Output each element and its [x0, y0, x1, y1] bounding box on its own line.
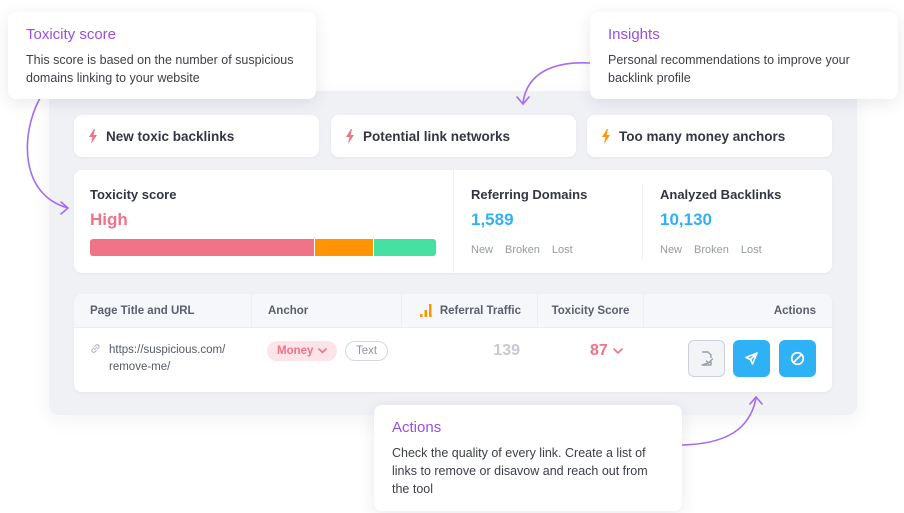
column-header-page-title[interactable]: Page Title and URL: [74, 294, 252, 327]
toxicity-score-value: High: [90, 210, 128, 229]
column-label: Toxicity Score: [551, 304, 630, 317]
analyzed-backlinks-broken[interactable]: Broken: [694, 244, 729, 256]
toxicity-score-number: 87: [590, 342, 608, 359]
tooltip-body: Personal recommendations to improve your…: [608, 53, 850, 85]
referring-domains-broken[interactable]: Broken: [505, 244, 540, 256]
toxicity-score-dropdown[interactable]: 87: [590, 342, 623, 360]
backlink-url[interactable]: https://suspicious.com/ remove-me/: [90, 342, 225, 376]
tooltip-title: Toxicity score: [26, 26, 117, 43]
insight-potential-link-networks[interactable]: Potential link networks: [331, 115, 576, 157]
bolt-icon: [602, 128, 610, 144]
analyzed-backlinks-value[interactable]: 10,130: [660, 210, 781, 230]
column-header-toxicity-score[interactable]: Toxicity Score: [538, 294, 644, 327]
referring-domains-new[interactable]: New: [471, 244, 493, 256]
referring-domains-lost[interactable]: Lost: [552, 244, 573, 256]
chevron-down-icon: [612, 348, 623, 354]
actions-tooltip: Actions Check the quality of every link.…: [374, 405, 682, 511]
column-label: Page Title and URL: [90, 304, 195, 317]
potentially-toxic-segment[interactable]: [314, 239, 375, 256]
backlink-audit-panel: New toxic backlinks Potential link netwo…: [49, 91, 857, 415]
anchor-tag: Text: [345, 341, 389, 361]
url-line-2[interactable]: remove-me/: [109, 359, 225, 376]
toxicity-score-tooltip: Toxicity score This score is based on th…: [8, 12, 316, 99]
send-icon: [745, 352, 758, 365]
toxicity-distribution-bar[interactable]: [90, 239, 436, 256]
insight-new-toxic-backlinks[interactable]: New toxic backlinks: [74, 115, 319, 157]
traffic-bars-icon: [419, 304, 432, 317]
disavow-icon: [790, 351, 805, 366]
divider: [453, 170, 454, 273]
toxicity-score-widget: Toxicity score High: [90, 187, 438, 256]
link-icon: [90, 343, 101, 376]
send-outreach-button[interactable]: [733, 340, 770, 377]
column-label: Anchor: [268, 304, 309, 317]
referring-domains-label: Referring Domains: [471, 187, 588, 202]
url-line-1[interactable]: https://suspicious.com/: [109, 342, 225, 359]
analyzed-backlinks-lost[interactable]: Lost: [741, 244, 762, 256]
tooltip-title: Insights: [608, 26, 660, 43]
insight-too-many-money-anchors[interactable]: Too many money anchors: [587, 115, 832, 157]
insights-tooltip: Insights Personal recommendations to imp…: [590, 12, 898, 99]
review-button[interactable]: [688, 340, 725, 377]
tooltip-body: Check the quality of every link. Create …: [392, 446, 648, 496]
referring-domains-value[interactable]: 1,589: [471, 210, 587, 230]
analyzed-backlinks-label: Analyzed Backlinks: [660, 187, 782, 202]
backlinks-table: Page Title and URL Anchor Referral Traff…: [74, 294, 832, 392]
document-check-icon: [700, 351, 713, 366]
column-header-actions: Actions: [644, 294, 832, 327]
referring-domains-widget: Referring Domains 1,589 New Broken Lost: [471, 187, 587, 256]
insight-label: Potential link networks: [363, 128, 511, 144]
column-header-anchor[interactable]: Anchor: [252, 294, 402, 327]
column-label: Actions: [773, 304, 816, 317]
anchor-type-dropdown[interactable]: Money: [267, 341, 338, 361]
table-row: https://suspicious.com/ remove-me/ Money…: [74, 328, 832, 392]
non-toxic-segment[interactable]: [374, 239, 436, 256]
metrics-card: Toxicity score High Referring Domains 1,…: [74, 170, 832, 273]
column-label: Referral Traffic: [439, 304, 521, 317]
bolt-icon: [89, 128, 97, 144]
chevron-down-icon: [318, 348, 328, 354]
disavow-button[interactable]: [779, 340, 816, 377]
column-header-referral-traffic[interactable]: Referral Traffic: [402, 294, 538, 327]
insight-label: Too many money anchors: [619, 128, 786, 144]
insight-label: New toxic backlinks: [106, 128, 235, 144]
tooltip-title: Actions: [392, 419, 442, 436]
analyzed-backlinks-widget: Analyzed Backlinks 10,130 New Broken Los…: [660, 187, 781, 256]
anchor-type-label: Money: [277, 345, 314, 357]
tooltip-body: This score is based on the number of sus…: [26, 53, 294, 85]
divider: [642, 184, 643, 259]
referral-traffic-value: 139: [493, 342, 520, 359]
table-header: Page Title and URL Anchor Referral Traff…: [74, 294, 832, 328]
analyzed-backlinks-new[interactable]: New: [660, 244, 682, 256]
toxicity-score-label: Toxicity score: [90, 187, 177, 202]
toxic-segment[interactable]: [90, 239, 315, 256]
bolt-icon: [346, 128, 354, 144]
